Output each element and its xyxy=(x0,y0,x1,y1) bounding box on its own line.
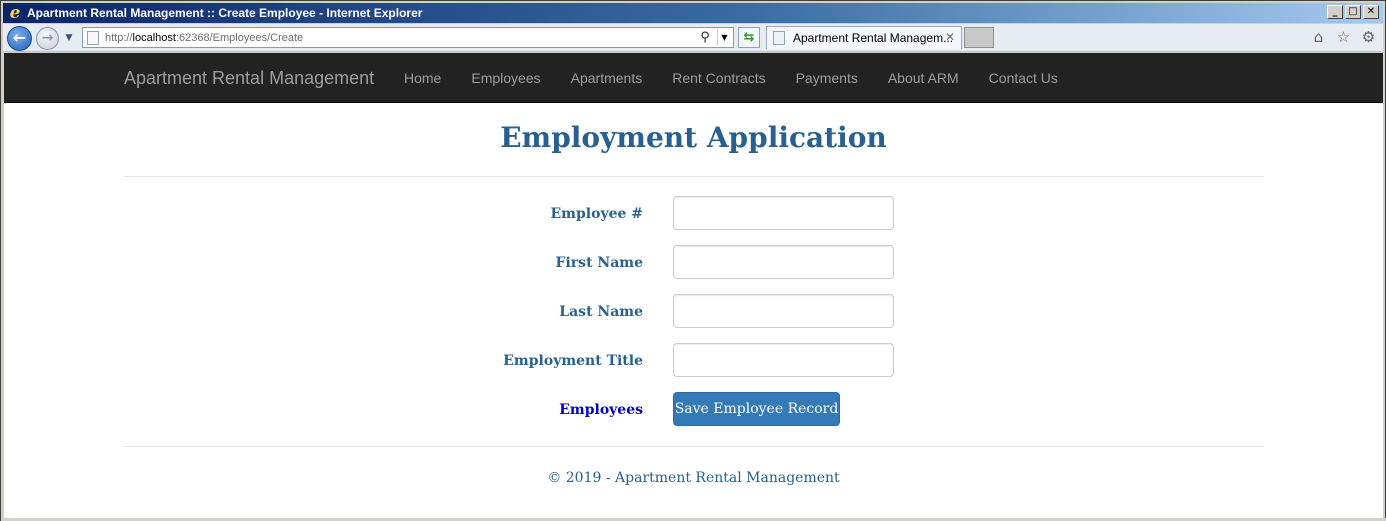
nav-rent-contracts[interactable]: Rent Contracts xyxy=(657,53,780,103)
tab-label: Apartment Rental Managem... xyxy=(793,31,954,45)
page-title: Employment Application xyxy=(500,121,887,154)
nav-apartments[interactable]: Apartments xyxy=(556,53,658,103)
search-icon[interactable]: ⚲ xyxy=(697,29,713,46)
footer-copyright: © 2019 - Apartment Rental Management xyxy=(547,470,840,486)
nav-payments[interactable]: Payments xyxy=(781,53,873,103)
favorites-icon[interactable]: ☆ xyxy=(1335,29,1352,46)
last-name-label: Last Name xyxy=(559,304,643,320)
forward-icon[interactable]: → xyxy=(36,27,59,50)
save-employee-button[interactable]: Save Employee Record xyxy=(673,392,840,426)
site-navbar: Apartment Rental Management Home Employe… xyxy=(4,53,1383,103)
employee-number-label: Employee # xyxy=(550,206,643,222)
maximize-button[interactable]: □ xyxy=(1345,5,1361,19)
history-dropdown-icon[interactable]: ▼ xyxy=(63,32,75,44)
tab-close-icon[interactable]: ✕ xyxy=(943,30,957,44)
page-icon xyxy=(87,30,99,45)
nav-home[interactable]: Home xyxy=(389,53,456,103)
employment-title-input[interactable] xyxy=(673,343,894,377)
back-icon[interactable]: ← xyxy=(7,26,32,51)
nav-about[interactable]: About ARM xyxy=(873,53,974,103)
first-name-label: First Name xyxy=(555,255,643,271)
home-icon[interactable]: ⌂ xyxy=(1310,29,1327,46)
address-bar[interactable]: http://localhost:62368/Employees/Create … xyxy=(82,27,734,48)
bottom-divider xyxy=(124,446,1264,447)
tab-page-icon xyxy=(773,31,785,45)
browser-right-icons: ⌂ ☆ ⚙ xyxy=(1310,29,1377,46)
close-button[interactable]: ✕ xyxy=(1363,5,1379,19)
nav-contact[interactable]: Contact Us xyxy=(974,53,1073,103)
nav-employees[interactable]: Employees xyxy=(456,53,555,103)
minimize-button[interactable]: _ xyxy=(1327,5,1343,19)
employees-link[interactable]: Employees xyxy=(559,402,643,418)
employee-number-input[interactable] xyxy=(673,196,894,230)
employment-title-label: Employment Title xyxy=(503,353,643,369)
browser-tab[interactable]: Apartment Rental Managem... ✕ xyxy=(766,26,962,49)
title-bar: e Apartment Rental Management :: Create … xyxy=(3,3,1383,23)
top-divider xyxy=(124,176,1264,177)
first-name-input[interactable] xyxy=(673,245,894,279)
site-brand[interactable]: Apartment Rental Management xyxy=(124,68,374,89)
window-controls: _ □ ✕ xyxy=(1327,5,1379,19)
window-title: Apartment Rental Management :: Create Em… xyxy=(27,6,423,20)
browser-window: e Apartment Rental Management :: Create … xyxy=(0,0,1386,521)
browser-toolbar: ← → ▼ http://localhost:62368/Employees/C… xyxy=(3,24,1383,52)
tools-gear-icon[interactable]: ⚙ xyxy=(1360,29,1377,46)
address-dropdown-icon[interactable]: ▼ xyxy=(717,29,731,46)
last-name-input[interactable] xyxy=(673,294,894,328)
new-tab-button[interactable] xyxy=(964,27,994,48)
refresh-icon[interactable]: ⇆ xyxy=(738,27,760,48)
nav-menu: Home Employees Apartments Rent Contracts… xyxy=(389,53,1073,103)
address-url[interactable]: http://localhost:62368/Employees/Create xyxy=(105,32,303,44)
web-page: Apartment Rental Management Home Employe… xyxy=(4,53,1383,518)
internet-explorer-icon: e xyxy=(9,3,21,23)
